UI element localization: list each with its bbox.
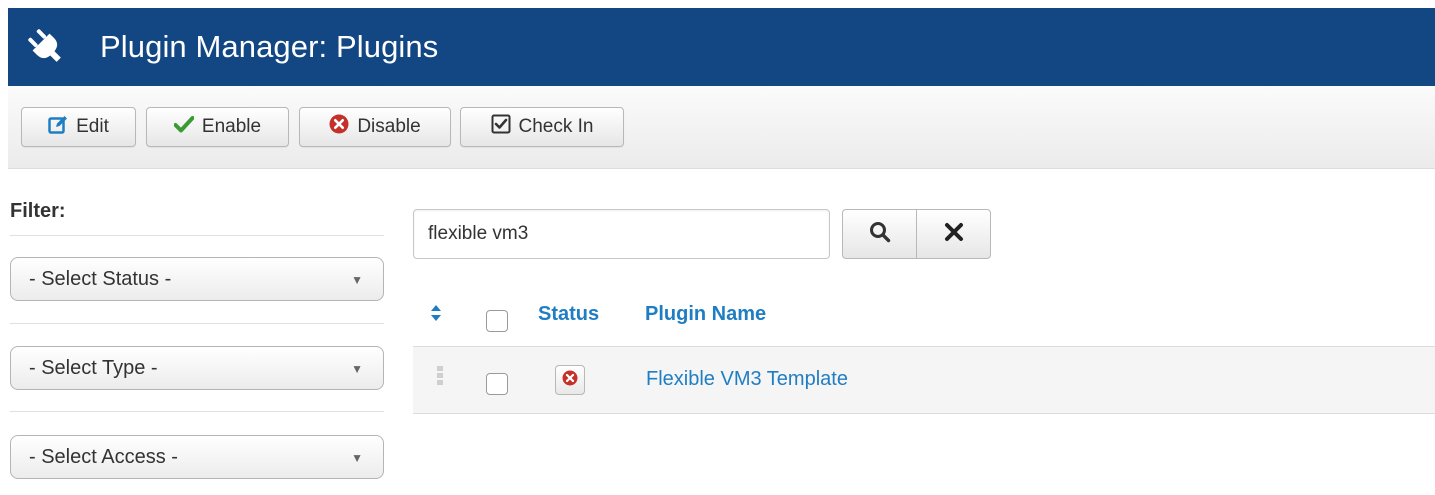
search-input[interactable]	[413, 209, 830, 259]
check-in-label: Check In	[518, 116, 594, 137]
divider	[10, 411, 384, 412]
disabled-status-icon	[562, 370, 578, 391]
status-column-header[interactable]: Status	[538, 303, 599, 326]
checkbox-checked-icon	[491, 114, 511, 140]
row-checkbox[interactable]	[486, 373, 508, 395]
divider	[10, 323, 384, 324]
filter-title: Filter:	[10, 200, 66, 222]
page-title: Plugin Manager: Plugins	[100, 29, 439, 64]
type-select-value: - Select Type -	[29, 356, 158, 379]
select-all-checkbox[interactable]	[486, 310, 508, 332]
divider	[10, 235, 384, 236]
search-button[interactable]	[842, 209, 917, 259]
plugin-name-link[interactable]: Flexible VM3 Template	[646, 368, 848, 391]
status-select[interactable]: - Select Status - ▼	[10, 257, 384, 301]
sort-icon[interactable]	[430, 304, 442, 327]
page-header: Plugin Manager: Plugins	[8, 8, 1435, 86]
check-icon	[173, 115, 195, 139]
edit-button[interactable]: Edit	[21, 107, 136, 147]
access-select[interactable]: - Select Access - ▼	[10, 435, 384, 479]
plug-icon	[24, 25, 68, 69]
disable-label: Disable	[357, 116, 421, 137]
clear-button[interactable]	[916, 209, 991, 259]
drag-handle-icon[interactable]	[437, 366, 443, 387]
status-toggle-button[interactable]	[555, 365, 585, 395]
dropdown-arrow-icon: ▼	[351, 451, 363, 465]
dropdown-arrow-icon: ▼	[351, 273, 363, 287]
access-select-value: - Select Access -	[29, 445, 178, 468]
enable-label: Enable	[201, 116, 262, 137]
type-select[interactable]: - Select Type - ▼	[10, 346, 384, 390]
search-icon	[869, 221, 891, 248]
disable-icon	[329, 114, 349, 140]
toolbar: Edit Enable Disable Check In	[8, 86, 1435, 169]
edit-label: Edit	[76, 116, 109, 137]
enable-button[interactable]: Enable	[146, 107, 289, 147]
close-icon	[944, 222, 964, 247]
status-select-value: - Select Status -	[29, 267, 172, 290]
plugin-name-column-header[interactable]: Plugin Name	[645, 303, 766, 326]
edit-icon	[48, 114, 68, 140]
dropdown-arrow-icon: ▼	[351, 362, 363, 376]
disable-button[interactable]: Disable	[299, 107, 451, 147]
check-in-button[interactable]: Check In	[460, 107, 624, 147]
